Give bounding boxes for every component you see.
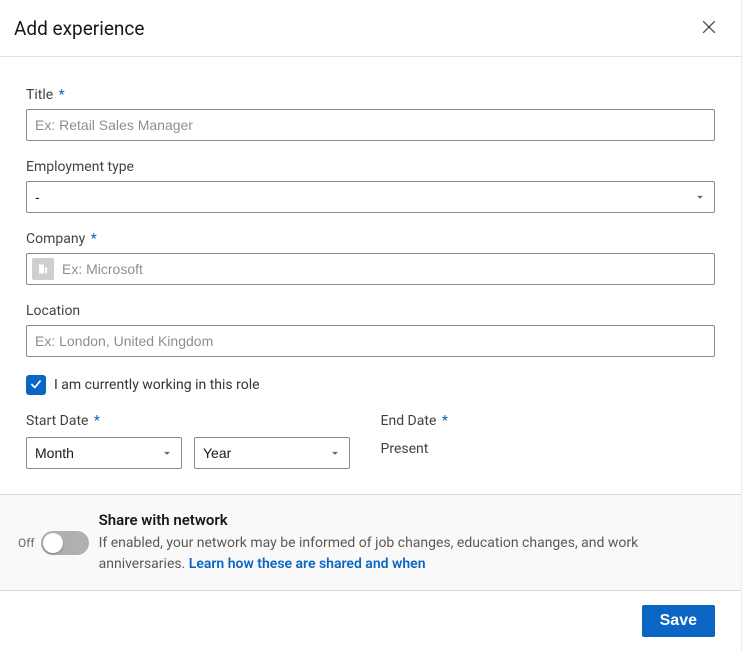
share-description: If enabled, your network may be informed… xyxy=(99,533,715,574)
share-title: Share with network xyxy=(99,511,715,529)
close-icon xyxy=(699,17,719,40)
location-field: Location xyxy=(26,303,715,357)
modal-title: Add experience xyxy=(14,17,144,40)
modal-body: Title * Employment type - Company * xyxy=(0,57,741,494)
share-toggle[interactable] xyxy=(41,531,89,555)
company-field: Company * xyxy=(26,231,715,285)
end-date-label: End Date * xyxy=(381,413,716,429)
date-row: Start Date * Month Year xyxy=(26,413,715,469)
currently-working-row: I am currently working in this role xyxy=(26,375,715,395)
employment-type-select[interactable]: - xyxy=(26,181,715,213)
start-month-select[interactable]: Month xyxy=(26,437,182,469)
save-button[interactable]: Save xyxy=(642,605,715,637)
title-input[interactable] xyxy=(26,109,715,141)
required-asterisk: * xyxy=(87,231,97,247)
start-month-select-wrap: Month xyxy=(26,437,182,469)
start-date-selects: Month Year xyxy=(26,437,361,469)
employment-type-field: Employment type - xyxy=(26,159,715,213)
start-date-label: Start Date * xyxy=(26,413,361,429)
end-date-value: Present xyxy=(381,437,716,457)
end-date-col: End Date * Present xyxy=(381,413,716,469)
employment-type-label: Employment type xyxy=(26,159,715,175)
add-experience-modal: Add experience Title * Employment type - xyxy=(0,0,742,651)
employment-type-select-wrap: - xyxy=(26,181,715,213)
start-date-col: Start Date * Month Year xyxy=(26,413,361,469)
modal-footer: Save xyxy=(0,591,741,651)
company-icon xyxy=(32,258,54,280)
required-asterisk: * xyxy=(55,87,65,103)
share-learn-link[interactable]: Learn how these are shared and when xyxy=(189,556,426,572)
check-icon xyxy=(29,376,43,395)
share-section: Off Share with network If enabled, your … xyxy=(0,494,741,591)
currently-working-checkbox[interactable] xyxy=(26,375,46,395)
required-asterisk: * xyxy=(438,413,448,429)
share-text: Share with network If enabled, your netw… xyxy=(99,511,715,574)
close-button[interactable] xyxy=(693,12,725,44)
location-input[interactable] xyxy=(26,325,715,357)
company-input-wrap xyxy=(26,253,715,285)
toggle-knob xyxy=(43,533,63,553)
share-toggle-col: Off xyxy=(18,531,89,555)
start-year-select[interactable]: Year xyxy=(194,437,350,469)
title-label: Title * xyxy=(26,87,715,103)
location-label: Location xyxy=(26,303,715,319)
required-asterisk: * xyxy=(90,413,100,429)
company-label: Company * xyxy=(26,231,715,247)
modal-header: Add experience xyxy=(0,0,741,57)
company-input[interactable] xyxy=(54,254,714,284)
start-year-select-wrap: Year xyxy=(194,437,350,469)
share-toggle-state: Off xyxy=(18,536,35,550)
title-field: Title * xyxy=(26,87,715,141)
currently-working-label: I am currently working in this role xyxy=(54,377,260,393)
